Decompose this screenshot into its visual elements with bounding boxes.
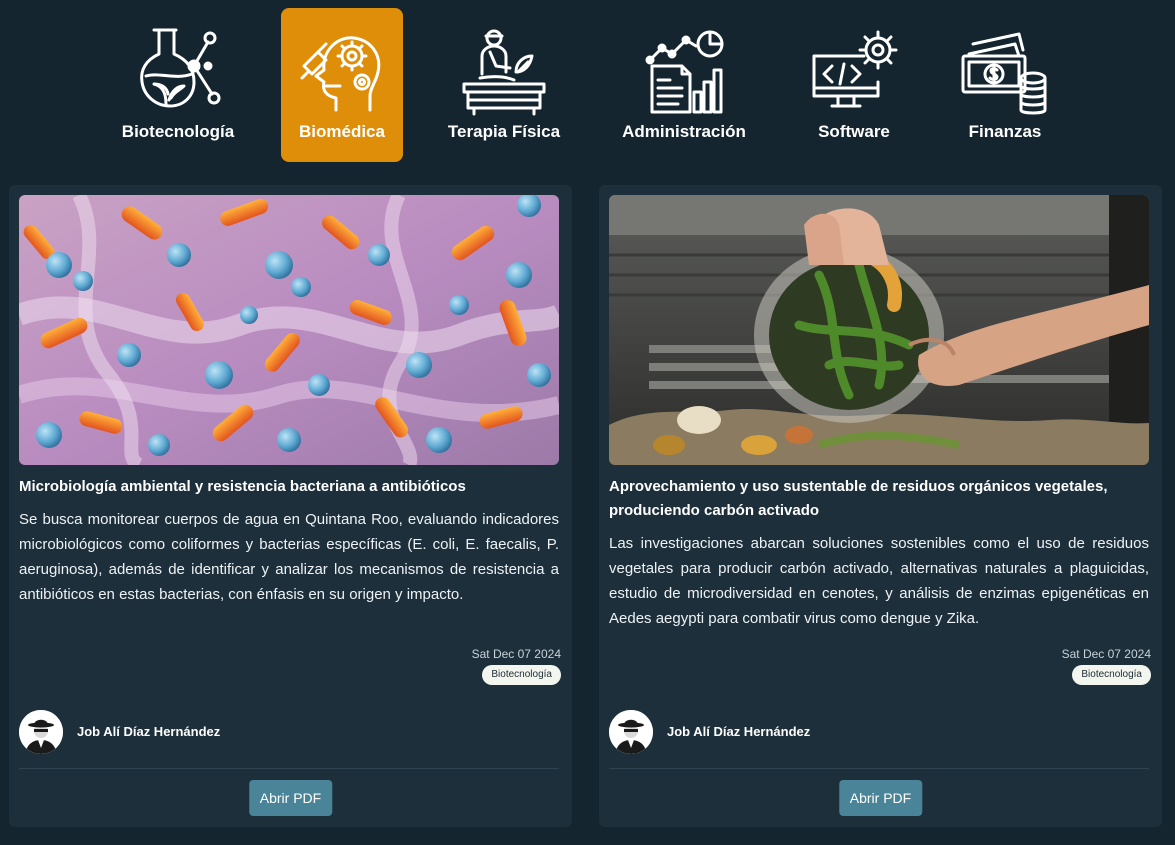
category-label: Biotecnología <box>121 122 235 141</box>
category-label: Software <box>818 122 890 141</box>
author-name: Job Alí Díaz Hernández <box>77 724 221 739</box>
author-name: Job Alí Díaz Hernández <box>667 724 811 739</box>
category-software[interactable]: Software <box>796 8 912 162</box>
spy-avatar-icon <box>609 710 653 754</box>
article-date: Sat Dec 07 2024 <box>1061 647 1151 661</box>
category-label: Administración <box>622 122 746 141</box>
avatar <box>19 710 63 754</box>
article-description: Se busca monitorear cuerpos de agua en Q… <box>19 511 559 603</box>
category-administracion[interactable]: Administración <box>612 8 756 162</box>
open-pdf-button[interactable]: Abrir PDF <box>248 780 333 816</box>
category-terapia-fisica[interactable]: Terapia Física <box>436 8 572 162</box>
article-image <box>19 195 559 465</box>
organic-waste-compost-image <box>609 195 1149 465</box>
category-label: Finanzas <box>968 122 1042 141</box>
head-gears-icon <box>300 36 381 112</box>
article-title: Microbiología ambiental y resistencia ba… <box>19 478 466 495</box>
category-label: Terapia Física <box>447 122 561 141</box>
monitor-code-gear-icon <box>812 30 898 108</box>
flask-molecule-icon <box>140 28 221 108</box>
money-coins-icon <box>961 32 1047 115</box>
category-label: Biomédica <box>299 122 385 141</box>
author-row: Job Alí Díaz Hernández <box>609 710 1149 754</box>
category-finanzas[interactable]: Finanzas <box>950 8 1060 162</box>
bacteria-microscopy-image <box>19 195 559 465</box>
open-pdf-button[interactable]: Abrir PDF <box>838 780 923 816</box>
article-description: Las investigaciones abarcan soluciones s… <box>609 535 1149 627</box>
article-title: Aprovechamiento y uso sustentable de res… <box>609 478 1108 519</box>
article-image <box>609 195 1149 465</box>
spy-avatar-icon <box>19 710 63 754</box>
category-biotecnologia[interactable]: Biotecnología <box>108 8 248 162</box>
category-badge: Biotecnología <box>482 665 561 685</box>
article-date: Sat Dec 07 2024 <box>471 647 561 661</box>
avatar <box>609 710 653 754</box>
divider <box>609 768 1149 769</box>
category-nav: Biotecnología Biomédica Terapia Física A… <box>0 0 1175 175</box>
report-chart-icon <box>645 30 724 114</box>
category-biomedica[interactable]: Biomédica <box>281 8 403 162</box>
divider <box>19 768 559 769</box>
article-card: Aprovechamiento y uso sustentable de res… <box>599 185 1162 827</box>
author-row: Job Alí Díaz Hernández <box>19 710 559 754</box>
category-badge: Biotecnología <box>1072 665 1151 685</box>
physiotherapy-icon <box>462 29 546 116</box>
article-card: Microbiología ambiental y resistencia ba… <box>9 185 572 827</box>
